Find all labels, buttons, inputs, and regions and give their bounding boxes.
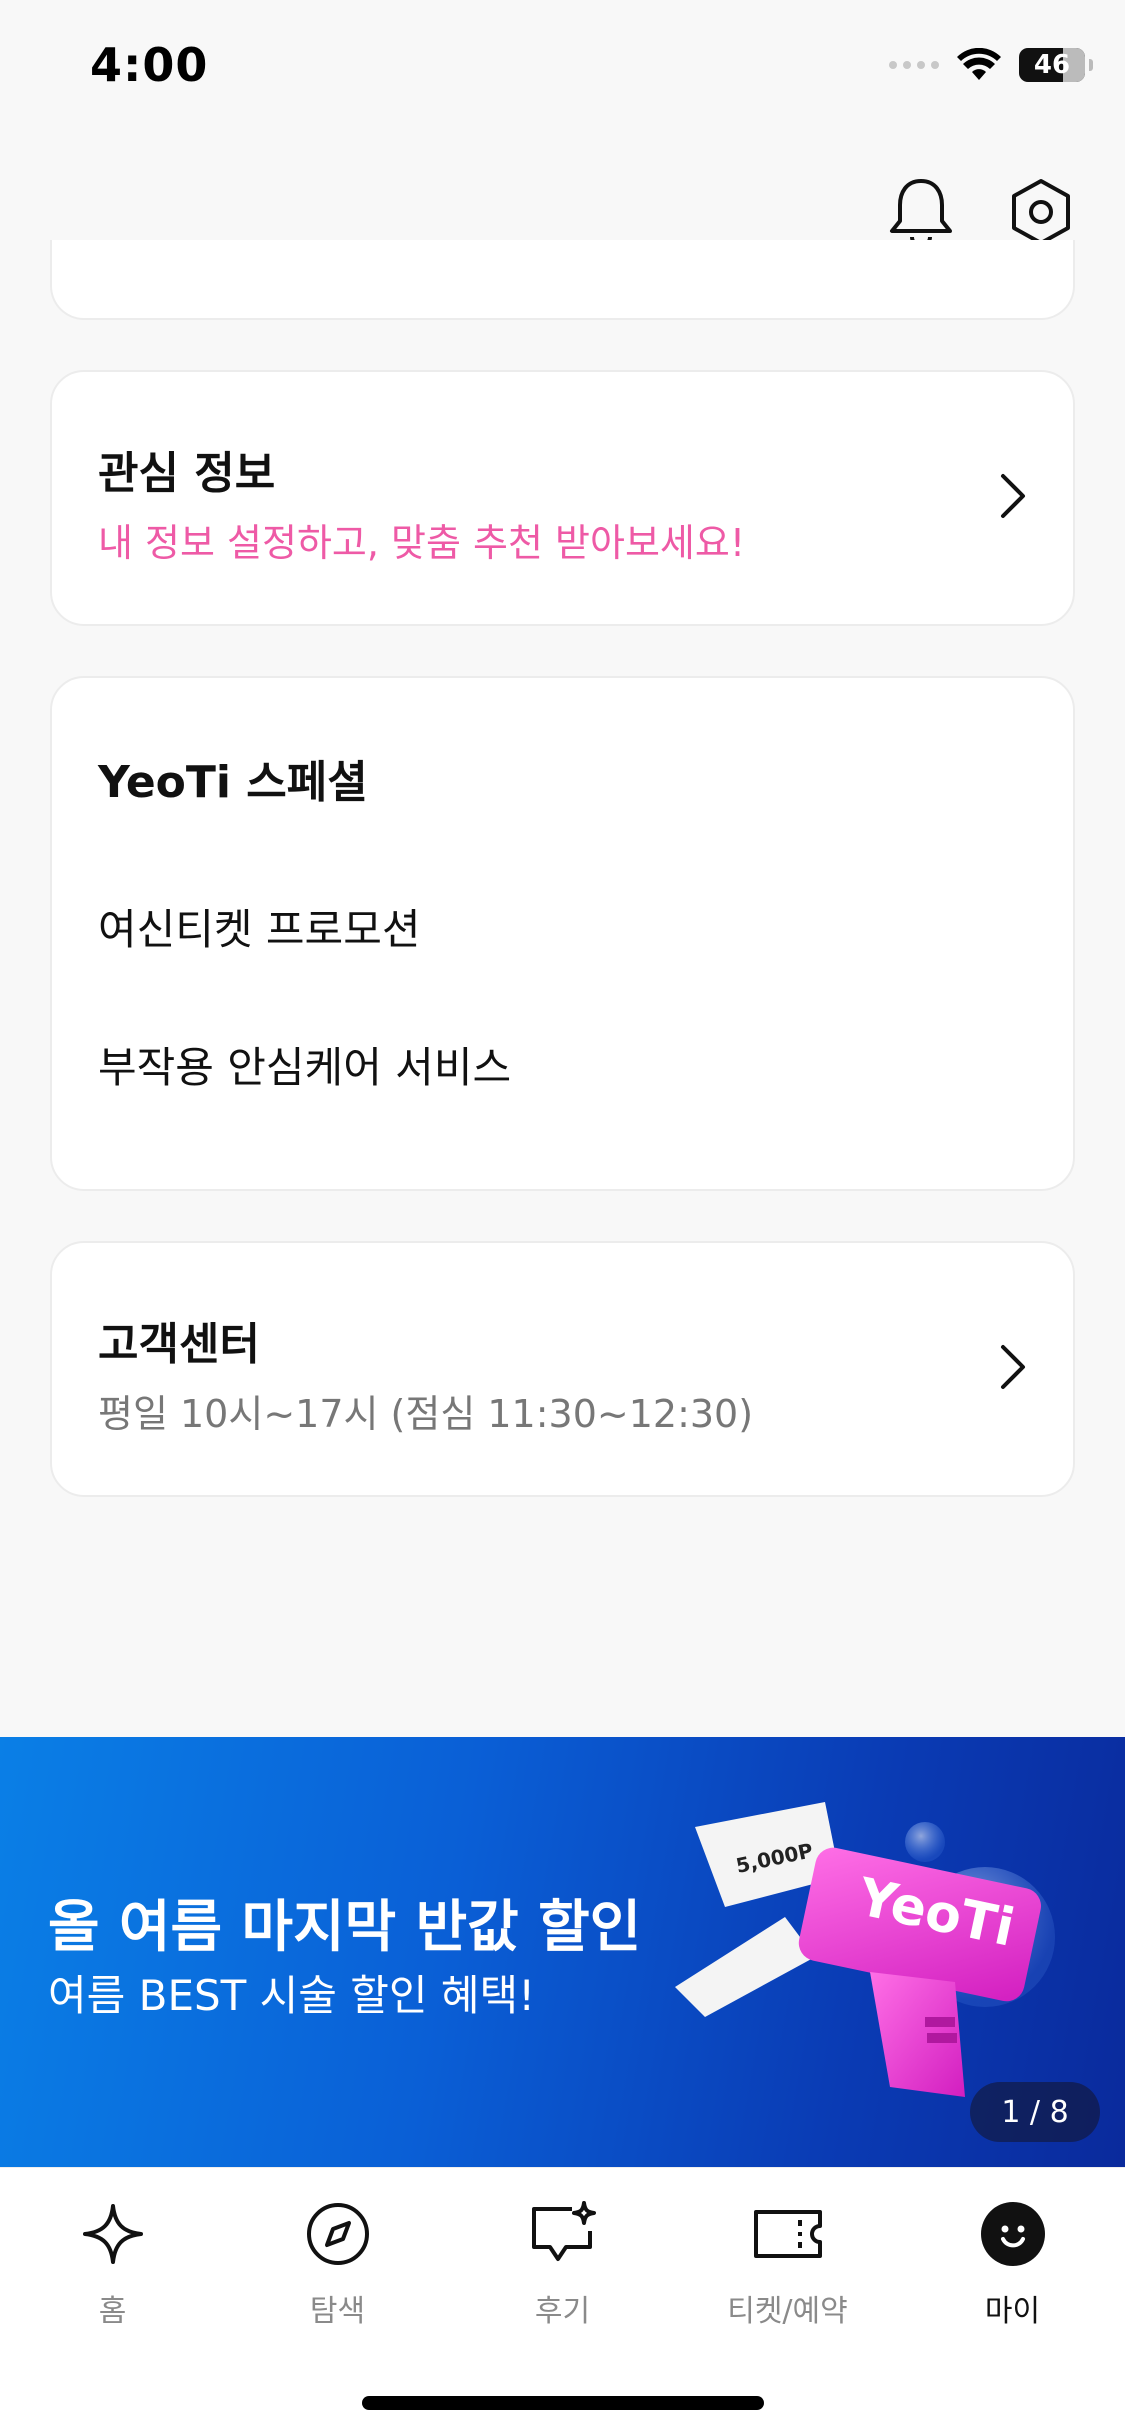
wifi-icon <box>957 48 1001 80</box>
yeoti-special-title: YeoTi 스페셜 <box>98 757 368 808</box>
status-icons: 46 <box>889 48 1093 82</box>
tab-my[interactable]: 마이 <box>900 2198 1125 2348</box>
tab-reviews[interactable]: 후기 <box>450 2198 675 2348</box>
smiley-avatar-icon <box>977 2198 1049 2270</box>
tab-tickets-label: 티켓/예약 <box>727 2294 848 2329</box>
yeoti-special-card: YeoTi 스페셜 여신티켓 프로모션 부작용 안심케어 서비스 <box>50 676 1075 1191</box>
menu-item-side-effect-care[interactable]: 부작용 안심케어 서비스 <box>98 1034 511 1095</box>
customer-center-hours: 평일 10시~17시 (점심 11:30~12:30) <box>98 1392 754 1436</box>
compass-icon <box>302 2198 374 2270</box>
battery-icon: 46 <box>1019 48 1093 82</box>
chevron-right-icon <box>1001 474 1025 518</box>
interest-info-subtitle: 내 정보 설정하고, 맞춤 추천 받아보세요! <box>98 521 746 565</box>
interest-info-title: 관심 정보 <box>98 448 276 499</box>
interest-info-card[interactable]: 관심 정보 내 정보 설정하고, 맞춤 추천 받아보세요! <box>50 370 1075 626</box>
banner-page-counter: 1 / 8 <box>970 2082 1100 2142</box>
tab-home[interactable]: 홈 <box>0 2198 225 2348</box>
promo-banner[interactable]: 올 여름 마지막 반값 할인 여름 BEST 시술 할인 혜택! YeoTi 5… <box>0 1737 1125 2167</box>
settings-hexagon-icon[interactable] <box>1004 175 1078 249</box>
partial-card <box>50 240 1075 320</box>
tab-tickets[interactable]: 티켓/예약 <box>675 2198 900 2348</box>
home-indicator <box>362 2396 764 2410</box>
tab-explore-label: 탐색 <box>309 2294 366 2329</box>
customer-center-card[interactable]: 고객센터 평일 10시~17시 (점심 11:30~12:30) <box>50 1241 1075 1497</box>
banner-subtitle: 여름 BEST 시술 할인 혜택! <box>48 1971 536 2020</box>
review-chat-icon <box>527 2198 599 2270</box>
ticket-icon <box>752 2198 824 2270</box>
menu-item-promotion[interactable]: 여신티켓 프로모션 <box>98 896 420 957</box>
sparkle-icon <box>77 2198 149 2270</box>
battery-level: 46 <box>1033 50 1071 80</box>
customer-center-title: 고객센터 <box>98 1319 260 1370</box>
banner-title: 올 여름 마지막 반값 할인 <box>48 1895 642 1960</box>
tab-my-label: 마이 <box>984 2294 1041 2329</box>
tab-home-label: 홈 <box>98 2294 127 2329</box>
tab-explore[interactable]: 탐색 <box>225 2198 450 2348</box>
status-time: 4:00 <box>90 38 209 92</box>
bell-icon[interactable] <box>884 175 958 249</box>
status-bar: 4:00 46 <box>0 0 1125 140</box>
tab-reviews-label: 후기 <box>534 2294 591 2329</box>
signal-icon <box>889 61 939 69</box>
chevron-right-icon <box>1001 1345 1025 1389</box>
